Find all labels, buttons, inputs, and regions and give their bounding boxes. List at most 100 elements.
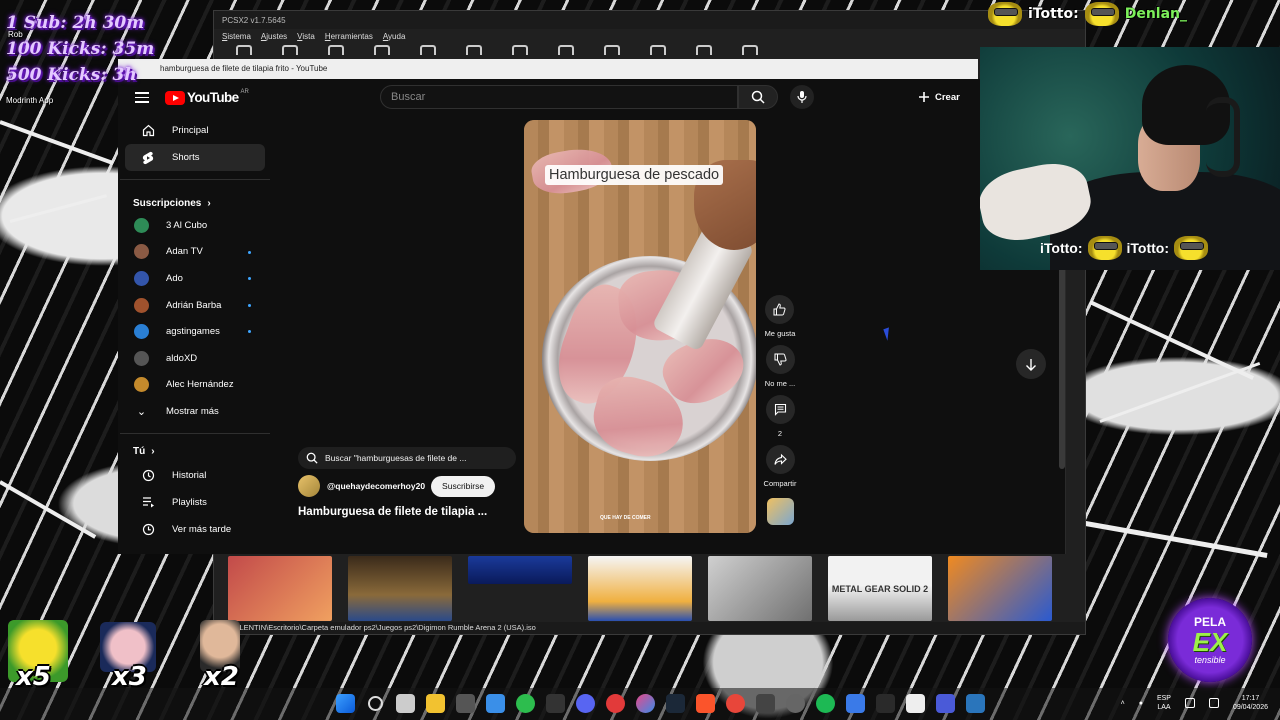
sidebar-item-historial[interactable]: Historial <box>125 462 265 489</box>
like-action[interactable]: Me gusta <box>765 295 795 338</box>
like-button[interactable] <box>765 295 795 324</box>
next-short-button[interactable] <box>1016 349 1046 379</box>
app-icon[interactable] <box>876 694 895 713</box>
search-input[interactable]: Buscar <box>380 85 738 109</box>
microphone-icon[interactable]: ● <box>1139 700 1143 707</box>
subscriptions-heading[interactable]: Suscripciones › <box>118 184 273 212</box>
network-icon[interactable] <box>1184 698 1195 708</box>
sidebar-item-shorts[interactable]: Shorts <box>125 144 265 171</box>
game-cover[interactable] <box>228 556 332 621</box>
you-heading[interactable]: Tú › <box>118 438 273 462</box>
app-icon[interactable] <box>756 694 775 713</box>
game-cover[interactable] <box>948 556 1052 621</box>
discord-icon[interactable] <box>576 694 595 713</box>
game-cover-metal-gear[interactable]: METAL GEAR SOLID 2 <box>828 556 932 621</box>
toolbar-icon[interactable] <box>742 45 758 55</box>
clock-date: 09/04/2026 <box>1232 704 1268 711</box>
app-icon[interactable] <box>486 694 505 713</box>
show-more-button[interactable]: ⌄ Mostrar más <box>118 398 251 425</box>
chevron-up-icon[interactable]: ˄ <box>1121 700 1125 707</box>
sidebar-item-watch-later[interactable]: Ver más tarde <box>125 516 265 543</box>
channel-name[interactable]: @quehaydecomerhoy20 <box>327 481 425 491</box>
sidebar-item-principal[interactable]: Principal <box>125 117 265 144</box>
search-icon[interactable] <box>368 696 383 711</box>
subscription-item[interactable]: 3 Al Cubo <box>118 212 251 239</box>
toolbar-icon[interactable] <box>282 45 298 55</box>
menu-icon[interactable] <box>135 92 149 103</box>
comments-action[interactable]: 2 <box>765 395 795 438</box>
subscribe-button[interactable]: Suscribirse <box>431 475 496 497</box>
sidebar-item-label: Shorts <box>172 152 200 163</box>
voice-search-button[interactable] <box>790 85 814 109</box>
search-icon <box>306 452 318 464</box>
sidebar-item-label: Playlists <box>172 496 207 508</box>
clock-time: 17:17 <box>1241 695 1260 702</box>
app-icon[interactable] <box>846 694 865 713</box>
menu-vista[interactable]: Vista <box>297 32 315 45</box>
desktop-label-modrinth[interactable]: Modrinth App <box>6 96 53 105</box>
sidebar-item-playlists[interactable]: Playlists <box>125 489 265 516</box>
app-icon[interactable] <box>786 694 805 713</box>
channel-avatar[interactable] <box>298 475 320 497</box>
menu-herramientas[interactable]: Herramientas <box>325 32 373 45</box>
app-icon[interactable] <box>546 694 565 713</box>
whatsapp-icon[interactable] <box>516 694 535 713</box>
toolbar-icon[interactable] <box>696 45 712 55</box>
video-watermark: QUE HAY DE COMER <box>600 515 651 521</box>
steam-icon[interactable] <box>666 694 685 713</box>
share-action[interactable]: Compartir <box>764 445 796 488</box>
subscription-item[interactable]: Alec Hernández <box>118 372 251 399</box>
clock[interactable]: 17:17 09/04/2026 <box>1233 694 1268 712</box>
game-cover[interactable] <box>468 556 572 584</box>
toolbar-icon[interactable] <box>236 45 252 55</box>
game-cover[interactable] <box>348 556 452 621</box>
subscription-item[interactable]: agstingames <box>118 318 251 345</box>
toolbar-icon[interactable] <box>558 45 574 55</box>
app-icon[interactable] <box>726 694 745 713</box>
toolbar-icon[interactable] <box>420 45 436 55</box>
menu-ajustes[interactable]: Ajustes <box>261 32 287 45</box>
channel-avatar <box>134 324 149 340</box>
task-view-icon[interactable] <box>396 694 415 713</box>
subscription-item[interactable]: Adan TV <box>118 239 251 266</box>
youtube-logo[interactable]: YouTube AR <box>165 89 249 105</box>
game-cover[interactable] <box>588 556 692 621</box>
subscription-item[interactable]: Adrián Barba <box>118 292 251 319</box>
game-cover[interactable] <box>708 556 812 621</box>
app-icon[interactable] <box>606 694 625 713</box>
app-icon[interactable] <box>936 694 955 713</box>
toolbar-icon[interactable] <box>328 45 344 55</box>
search-button[interactable] <box>738 85 778 109</box>
share-button[interactable] <box>765 445 795 474</box>
scrollbar[interactable] <box>1059 259 1065 469</box>
steam-icon[interactable] <box>966 694 985 713</box>
toolbar-icon[interactable] <box>374 45 390 55</box>
dislike-action[interactable]: No me ... <box>765 345 795 388</box>
toolbar-icon[interactable] <box>650 45 666 55</box>
toolbar-icon[interactable] <box>466 45 482 55</box>
volume-icon[interactable] <box>1208 698 1219 708</box>
short-title[interactable]: Hamburguesa de filete de tilapia ... <box>298 506 487 518</box>
sound-thumbnail[interactable] <box>766 498 794 525</box>
spotify-icon[interactable] <box>816 694 835 713</box>
create-button[interactable]: Crear <box>918 87 960 107</box>
toolbar-icon[interactable] <box>604 45 620 55</box>
short-video-player[interactable]: Hamburguesa de pescado QUE HAY DE COMER <box>524 120 756 533</box>
menu-ayuda[interactable]: Ayuda <box>383 32 406 45</box>
brave-icon[interactable] <box>696 694 715 713</box>
app-icon[interactable] <box>906 694 925 713</box>
dislike-button[interactable] <box>765 345 795 374</box>
subscription-item[interactable]: aldoXD <box>118 345 251 372</box>
app-icon[interactable] <box>636 694 655 713</box>
language-indicator[interactable]: ESP LAA <box>1157 694 1171 712</box>
toolbar-icon[interactable] <box>512 45 528 55</box>
start-icon[interactable] <box>336 694 355 713</box>
menu-sistema[interactable]: Sistema <box>222 32 251 45</box>
subscription-item[interactable]: Ado <box>118 265 251 292</box>
file-explorer-icon[interactable] <box>426 694 445 713</box>
comments-button[interactable] <box>765 395 795 424</box>
app-icon[interactable] <box>456 694 475 713</box>
related-search-chip[interactable]: Buscar "hamburguesas de filete de ... <box>298 447 516 469</box>
logo-text: YouTube <box>187 90 239 105</box>
arrow-down-icon <box>1026 358 1036 371</box>
